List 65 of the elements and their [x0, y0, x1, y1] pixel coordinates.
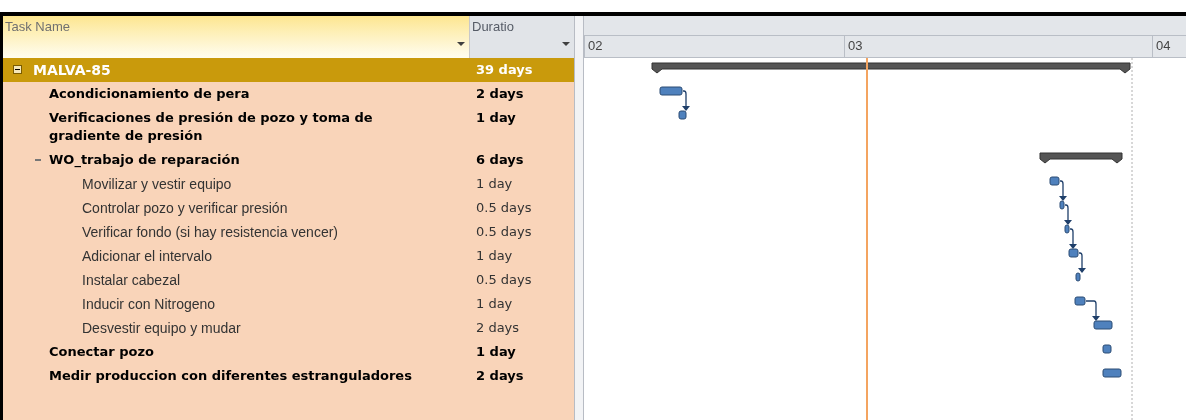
task-row[interactable]: Adicionar el intervalo 1 day	[3, 244, 574, 268]
task-row[interactable]: Acondicionamiento de pera 2 days	[3, 82, 574, 106]
summary-bar[interactable]	[1039, 152, 1123, 164]
task-bar[interactable]	[1075, 272, 1081, 282]
duration-text: 1 day	[476, 248, 513, 264]
duration-text: 2 days	[476, 86, 524, 102]
timescale-label: 04	[1156, 38, 1171, 54]
task-row[interactable]: Movilizar y vestir equipo 1 day	[3, 172, 574, 196]
timescale-label: 03	[848, 38, 863, 54]
task-name: Instalar cabezal	[82, 271, 181, 289]
duration-text: 2 days	[476, 320, 520, 336]
task-bar[interactable]	[659, 86, 683, 96]
duration-text: 1 day	[476, 296, 513, 312]
dependency-arrow	[1085, 300, 1100, 321]
task-row[interactable]: Medir produccion con diferentes estranguladores 2 days	[3, 364, 574, 388]
task-bar[interactable]	[1074, 296, 1086, 306]
duration-text: 0.5 days	[476, 224, 532, 240]
task-name: MALVA-85	[33, 61, 111, 79]
duration-text: 39 days	[476, 62, 533, 78]
dependency-arrow	[682, 90, 690, 111]
duration-text: 0.5 days	[476, 272, 532, 288]
task-name: Medir produccion con diferentes estranguladores	[49, 367, 412, 385]
task-row[interactable]: Controlar pozo y verificar presión 0.5 days	[3, 196, 574, 220]
duration-text: 1 day	[476, 344, 516, 360]
dropdown-icon[interactable]	[562, 42, 570, 46]
dropdown-icon[interactable]	[457, 42, 465, 46]
dependency-arrow	[1078, 252, 1086, 273]
task-name: Desvestir equipo y mudar	[82, 319, 241, 337]
task-bar[interactable]	[1093, 320, 1113, 330]
task-bar[interactable]	[1102, 368, 1122, 378]
task-bar[interactable]	[1064, 224, 1070, 234]
duration-text: 2 days	[476, 368, 524, 384]
task-row[interactable]: Inducir con Nitrogeno 1 day	[3, 292, 574, 316]
task-bar[interactable]	[1059, 200, 1065, 210]
dependency-arrow	[1069, 228, 1077, 249]
summary-bar[interactable]	[651, 62, 1131, 74]
dependency-arrow	[1064, 204, 1072, 225]
duration-text: 1 day	[476, 176, 513, 192]
duration-text: 6 days	[476, 152, 524, 168]
duration-text: 0.5 days	[476, 200, 532, 216]
task-name: Conectar pozo	[49, 343, 154, 361]
task-row[interactable]: Verificar fondo (si hay resistencia vencer) 0.5 days	[3, 220, 574, 244]
task-row[interactable]: WO_trabajo de reparación 6 days	[3, 148, 574, 172]
task-row[interactable]: Instalar cabezal 0.5 days	[3, 268, 574, 292]
timescale-label: 02	[588, 38, 603, 54]
task-name: WO_trabajo de reparación	[49, 151, 240, 169]
task-name: Controlar pozo y verificar presión	[82, 199, 288, 217]
task-name: Inducir con Nitrogeno	[82, 295, 216, 313]
task-row[interactable]: Conectar pozo 1 day	[3, 340, 574, 364]
duration-text: 1 day	[476, 110, 516, 126]
task-bar[interactable]	[1102, 344, 1112, 354]
task-name: Verificaciones de presión de pozo y toma de gradiente de presión	[49, 109, 374, 145]
task-name: Verificar fondo (si hay resistencia vencer)	[82, 223, 338, 241]
collapse-icon[interactable]	[13, 65, 22, 74]
task-bar[interactable]	[678, 110, 687, 120]
dependency-arrow	[1059, 180, 1067, 201]
task-row[interactable]: Desvestir equipo y mudar 2 days	[3, 316, 574, 340]
task-bar[interactable]	[1049, 176, 1060, 186]
task-name: Acondicionamiento de pera	[49, 85, 250, 103]
column-header[interactable]: Task Name	[3, 16, 470, 58]
column-header[interactable]: Duratio	[470, 16, 574, 58]
task-bar[interactable]	[1068, 248, 1079, 258]
task-name: Movilizar y vestir equipo	[82, 175, 232, 193]
task-name: Adicionar el intervalo	[82, 247, 212, 265]
task-row[interactable]: Verificaciones de presión de pozo y toma de gradiente de presión 1 day	[3, 106, 574, 148]
